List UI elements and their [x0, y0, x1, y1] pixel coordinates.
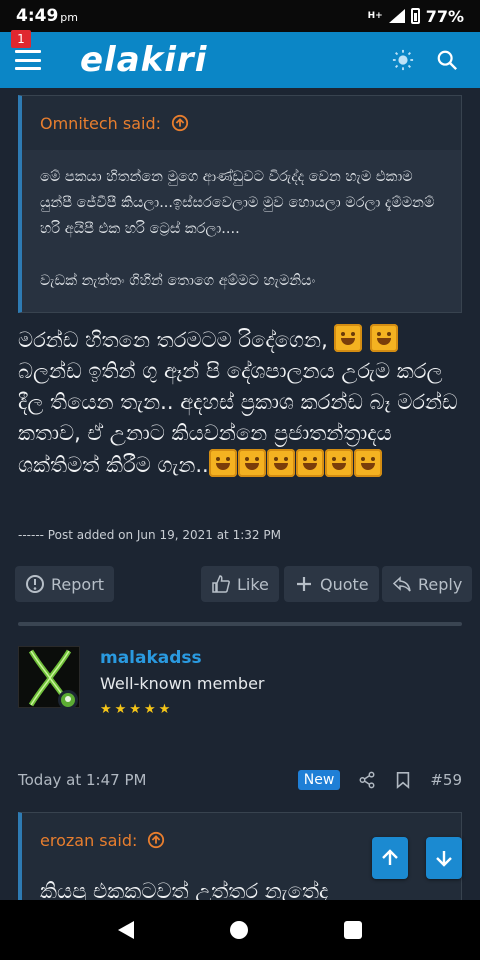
- plus-icon: [297, 577, 311, 591]
- arrow-up-circle-icon[interactable]: [147, 831, 165, 849]
- scroll-bottom-button[interactable]: [426, 837, 462, 879]
- new-badge: New: [297, 770, 341, 790]
- rating-stars: ★★★★★: [100, 702, 174, 717]
- post-added-note: ------ Post added on Jun 19, 2021 at 1:3…: [18, 528, 281, 542]
- laughing-emoji-icon: [208, 449, 237, 477]
- post-divider: [18, 622, 462, 626]
- arrow-up-icon: [382, 849, 398, 865]
- battery-level: 77%: [425, 6, 464, 26]
- quote-header[interactable]: Omnitech said:: [22, 96, 461, 150]
- reply-label: Reply: [418, 574, 463, 594]
- post-meta-actions: New #59: [297, 770, 462, 790]
- like-label: Like: [237, 574, 269, 594]
- laughing-emoji-icon: [353, 449, 382, 477]
- scroll-top-button[interactable]: [372, 837, 408, 879]
- hamburger-icon: [15, 50, 41, 70]
- network-type: H+: [367, 11, 383, 21]
- arrow-up-circle-icon[interactable]: [171, 114, 189, 132]
- member-info: malakadss Well-known member ★★★★★: [18, 644, 462, 744]
- system-nav-bar: [0, 900, 480, 960]
- laughing-emoji-icon: [266, 449, 295, 477]
- laughing-emoji-icon: [324, 449, 353, 477]
- quote-body: කියපු එකකටවත් උත්තර නැතේද: [40, 879, 329, 900]
- theme-toggle-icon[interactable]: [392, 49, 414, 71]
- user-title: Well-known member: [100, 674, 265, 693]
- quote-label: Quote: [320, 574, 369, 594]
- post-meta: Today at 1:47 PM New #59: [18, 768, 462, 792]
- home-icon[interactable]: [230, 921, 248, 939]
- share-icon[interactable]: [358, 771, 376, 789]
- alert-icon: [26, 575, 44, 593]
- like-button[interactable]: Like: [201, 566, 279, 602]
- laughing-emoji-icon: [237, 449, 266, 477]
- post-number[interactable]: #59: [430, 771, 462, 789]
- menu-button[interactable]: 1: [0, 30, 56, 88]
- laughing-emoji-icon: [334, 324, 363, 352]
- post-timestamp[interactable]: Today at 1:47 PM: [18, 771, 146, 789]
- quote-author[interactable]: erozan said:: [40, 831, 137, 850]
- laughing-emoji-icon: [295, 449, 324, 477]
- site-logo[interactable]: elakiri: [80, 40, 207, 80]
- notification-badge[interactable]: 1: [11, 30, 31, 48]
- battery-icon: [410, 8, 420, 24]
- thumbs-up-icon: [212, 575, 230, 593]
- status-icons: H+ 77%: [368, 7, 464, 26]
- app-header: 1 elakiri: [0, 30, 480, 88]
- recent-apps-icon[interactable]: [344, 921, 362, 939]
- post-text-line: මරන්ඩ හිතනෙ තරමටම රිදේගෙන,: [18, 328, 328, 352]
- bookmark-icon[interactable]: [394, 771, 412, 789]
- post-actions: Report Like Quote Reply: [15, 566, 473, 602]
- report-button[interactable]: Report: [15, 566, 115, 602]
- quote-paragraph: මේ පකයා හිතන්නෙ මුගෙ ආණ්ඩුවට විරුද්ද වෙන…: [40, 169, 435, 237]
- laughing-emoji-icon: [370, 324, 399, 352]
- quote-block: Omnitech said: මේ පකයා හිතන්නෙ මුගෙ ආණ්ඩ…: [18, 95, 462, 313]
- header-actions: [392, 49, 480, 71]
- username[interactable]: malakadss: [100, 648, 202, 668]
- signal-icon: [388, 9, 405, 23]
- quote-body: මේ පකයා හිතන්නෙ මුගෙ ආණ්ඩුවට විරුද්ද වෙන…: [22, 150, 461, 312]
- status-bar: 4:49 pm H+ 77%: [0, 0, 480, 32]
- quote-paragraph: වැඩක් නැත්තං ගිහින් තොගෙ අම්මට හැමනියං: [40, 273, 316, 289]
- reply-icon: [392, 576, 411, 592]
- back-icon[interactable]: [118, 921, 134, 939]
- reply-button[interactable]: Reply: [382, 566, 473, 602]
- online-status-icon: [58, 690, 78, 710]
- report-label: Report: [51, 574, 105, 594]
- status-time: 4:49 pm: [16, 6, 78, 26]
- thread-content: Omnitech said: මේ පකයා හිතන්නෙ මුගෙ ආණ්ඩ…: [0, 88, 480, 900]
- quote-author[interactable]: Omnitech said:: [40, 114, 161, 133]
- quote-button[interactable]: Quote: [284, 566, 379, 602]
- arrow-down-icon: [436, 851, 452, 867]
- search-icon[interactable]: [436, 49, 458, 71]
- post-message: මරන්ඩ හිතනෙ තරමටම රිදේගෙන, බලන්ඩ ඉතින් ග…: [18, 324, 464, 481]
